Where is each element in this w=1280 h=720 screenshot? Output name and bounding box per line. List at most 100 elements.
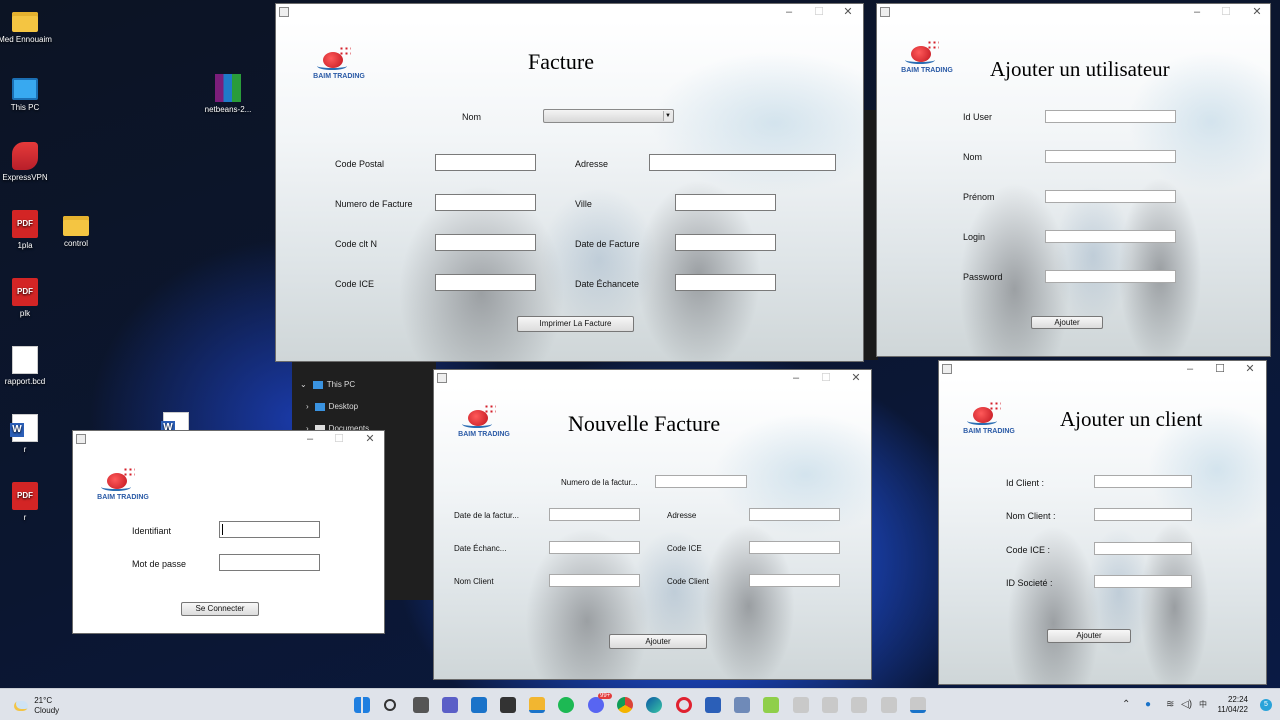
ville-field[interactable] — [675, 194, 776, 211]
nav-desktop[interactable]: › Desktop — [306, 402, 358, 411]
desktop-icon-r-pdf[interactable]: PDF r — [0, 482, 53, 523]
code-ice-field[interactable] — [435, 274, 536, 291]
windows-start-icon[interactable] — [354, 697, 370, 713]
desktop-icon-med-ennouaim[interactable]: Med Ennouaim — [0, 6, 53, 45]
close-button[interactable]: ✕ — [848, 372, 864, 384]
nav-this-pc[interactable]: ⌄ This PC — [300, 380, 355, 389]
notepad-plus-icon[interactable] — [763, 697, 779, 713]
desktop-icon-rapport[interactable]: rapport.bcd — [0, 346, 53, 387]
date-facture-field[interactable] — [549, 508, 640, 521]
language-icon[interactable]: 中 — [1199, 699, 1207, 710]
file-explorer-icon[interactable] — [529, 697, 545, 713]
search-icon[interactable] — [384, 699, 396, 711]
clock[interactable]: 22:24 11/04/22 — [1217, 695, 1248, 715]
numero-facture-field[interactable] — [435, 194, 536, 211]
nom-client-field[interactable] — [1094, 508, 1192, 521]
mail-icon[interactable] — [471, 697, 487, 713]
date-facture-label: Date de la factur... — [454, 511, 519, 520]
chrome-icon[interactable] — [617, 697, 633, 713]
minimize-button[interactable]: – — [1189, 6, 1205, 18]
java-app-icon[interactable] — [793, 697, 809, 713]
adresse-field[interactable] — [649, 154, 836, 171]
se-connecter-button[interactable]: Se Connecter — [181, 602, 259, 616]
facture-window[interactable]: – ☐ ✕ BAIM TRADING Facture Nom ▼ Code Po… — [275, 3, 864, 362]
virtualbox-icon[interactable] — [734, 697, 750, 713]
id-user-field[interactable] — [1045, 110, 1176, 123]
notification-badge[interactable]: 5 — [1260, 699, 1272, 711]
code-client-field[interactable] — [435, 234, 536, 251]
id-societe-field[interactable] — [1094, 575, 1192, 588]
java-app-icon[interactable] — [851, 697, 867, 713]
ajouter-button[interactable]: Ajouter — [1031, 316, 1103, 329]
close-button[interactable]: ✕ — [840, 6, 856, 18]
ajouter-utilisateur-window[interactable]: – ☐ ✕ BAIM TRADING Ajouter un utilisateu… — [876, 3, 1271, 357]
desktop-icon-expressvpn[interactable]: ExpressVPN — [0, 142, 53, 183]
login-window[interactable]: – ☐ ✕ BAIM TRADING Identifiant Mot de pa… — [72, 430, 385, 634]
ville-label: Ville — [575, 199, 592, 209]
nouvelle-facture-window[interactable]: – ☐ ✕ BAIM TRADING Nouvelle Facture Nume… — [433, 369, 872, 680]
desktop-icon-netbeans[interactable]: netbeans-2... — [200, 74, 256, 115]
desktop-icon-1pla[interactable]: PDF 1pla — [0, 210, 53, 251]
chevron-down-icon: ▼ — [663, 111, 672, 121]
teams-chat-icon[interactable] — [442, 697, 458, 713]
close-button[interactable]: ✕ — [1242, 363, 1258, 375]
code-client-label: Code Client — [667, 577, 709, 586]
close-button[interactable]: ✕ — [362, 433, 378, 445]
minimize-button[interactable]: – — [302, 433, 318, 445]
id-client-field[interactable] — [1094, 475, 1192, 488]
code-postal-label: Code Postal — [335, 159, 385, 169]
code-ice-field[interactable] — [749, 541, 840, 554]
adresse-field[interactable] — [749, 508, 840, 521]
ajouter-button[interactable]: Ajouter — [1047, 629, 1131, 643]
chevron-up-icon[interactable]: ⌃ — [1122, 699, 1130, 710]
ajouter-button[interactable]: Ajouter — [609, 634, 707, 649]
java-app-icon[interactable] — [881, 697, 897, 713]
code-postal-field[interactable] — [435, 154, 536, 171]
nom-dropdown[interactable]: ▼ — [543, 109, 674, 123]
password-field[interactable] — [1045, 270, 1176, 283]
desktop-icon-this-pc[interactable]: This PC — [0, 74, 53, 113]
discord-icon[interactable] — [588, 697, 604, 713]
volume-icon[interactable]: ◁) — [1181, 699, 1192, 710]
prenom-field[interactable] — [1045, 190, 1176, 203]
maximize-button[interactable]: ☐ — [811, 6, 827, 18]
store-icon[interactable] — [500, 697, 516, 713]
identifiant-field[interactable] — [219, 521, 320, 538]
ajouter-client-window[interactable]: – ☐ ✕ BAIM TRADING Ajouter un client Id … — [938, 360, 1267, 685]
microphone-icon[interactable]: ● — [1145, 699, 1151, 710]
baim-trading-logo: BAIM TRADING — [897, 40, 957, 80]
date-echeance-field[interactable] — [675, 274, 776, 291]
maximize-button[interactable]: ☐ — [818, 372, 834, 384]
java-app-icon[interactable] — [822, 697, 838, 713]
word-icon[interactable] — [705, 697, 721, 713]
imprimer-facture-button[interactable]: Imprimer La Facture — [517, 316, 634, 332]
mot-de-passe-field[interactable] — [219, 554, 320, 571]
date-echeance-field[interactable] — [549, 541, 640, 554]
nom-field[interactable] — [1045, 150, 1176, 163]
id-client-label: Id Client : — [1006, 478, 1045, 488]
edge-icon[interactable] — [646, 697, 662, 713]
code-ice-field[interactable] — [1094, 542, 1192, 555]
minimize-button[interactable]: – — [781, 6, 797, 18]
desktop-icon-r-word[interactable]: r — [0, 414, 53, 455]
nom-client-field[interactable] — [549, 574, 640, 587]
maximize-button[interactable]: ☐ — [1212, 363, 1228, 375]
spotify-icon[interactable] — [558, 697, 574, 713]
numero-facture-field[interactable] — [655, 475, 747, 488]
task-view-icon[interactable] — [413, 697, 429, 713]
page-title: Facture — [528, 49, 594, 74]
java-app-icon[interactable] — [910, 697, 926, 713]
date-facture-field[interactable] — [675, 234, 776, 251]
login-field[interactable] — [1045, 230, 1176, 243]
desktop-icon-control[interactable]: control — [48, 210, 104, 249]
minimize-button[interactable]: – — [1182, 363, 1198, 375]
code-client-field[interactable] — [749, 574, 840, 587]
maximize-button[interactable]: ☐ — [1218, 6, 1234, 18]
maximize-button[interactable]: ☐ — [331, 433, 347, 445]
close-button[interactable]: ✕ — [1249, 6, 1265, 18]
desktop-icon-plk[interactable]: PDF plk — [0, 278, 53, 319]
weather-widget[interactable]: 21°C Cloudy — [14, 696, 59, 716]
opera-icon[interactable] — [676, 697, 692, 713]
wifi-icon[interactable]: ≋ — [1166, 699, 1174, 710]
minimize-button[interactable]: – — [788, 372, 804, 384]
